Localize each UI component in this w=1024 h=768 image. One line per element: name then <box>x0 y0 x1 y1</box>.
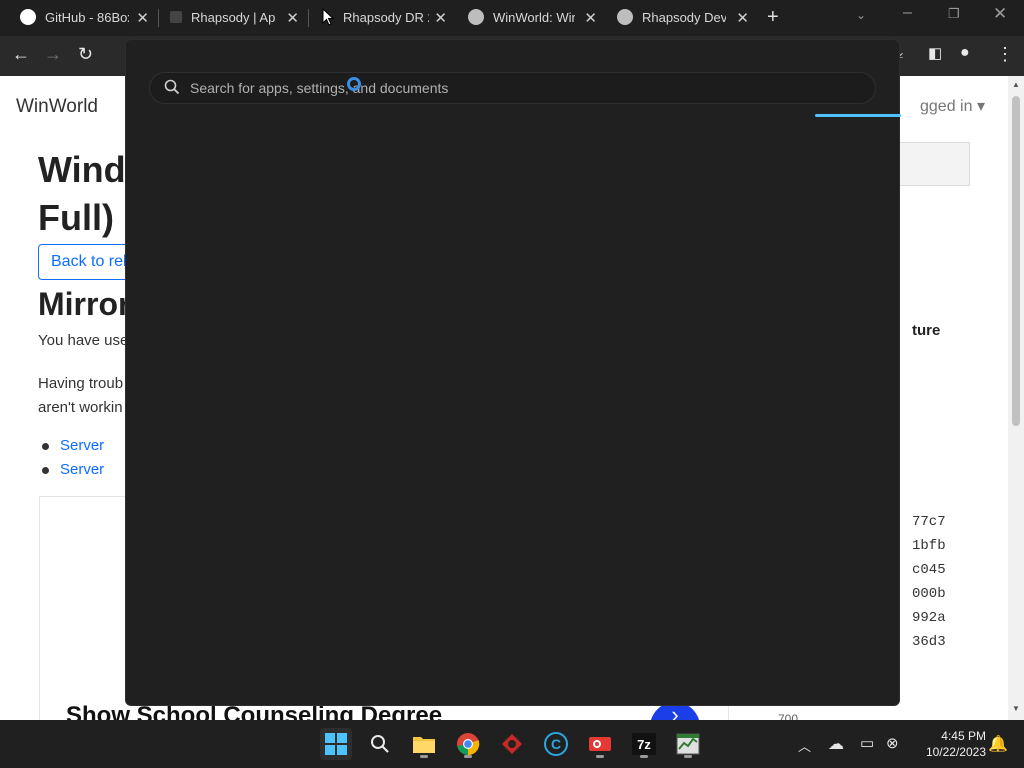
new-tab-button[interactable]: + <box>767 6 779 29</box>
loading-progress-bar <box>815 114 901 117</box>
globe-icon <box>468 9 484 25</box>
clock-time: 4:45 PM <box>941 729 986 743</box>
7zip-icon[interactable]: 7z <box>628 728 660 760</box>
page-title-line: Wind <box>38 149 126 190</box>
start-search-panel <box>125 39 901 706</box>
menu-icon[interactable]: ⋮ <box>996 44 1014 65</box>
clock-date: 10/22/2023 <box>925 745 986 759</box>
notification-bell-icon[interactable]: 🔔 <box>988 734 1008 754</box>
tab-rhapsody-app[interactable]: Rhapsody | App ✕ <box>170 0 307 34</box>
tab-rhapsody-dev[interactable]: Rhapsody Deve ✕ <box>617 0 757 34</box>
security-app-icon[interactable] <box>496 728 528 760</box>
info-panel-heading: ture <box>912 322 941 339</box>
usage-text: You have use <box>38 332 129 349</box>
recorder-icon[interactable] <box>584 728 616 760</box>
svg-text:C: C <box>551 736 561 752</box>
help-text: Having troub aren't workin <box>38 372 123 420</box>
chrome-icon[interactable] <box>452 728 484 760</box>
tab-rhapsody-dr2[interactable]: Rhapsody DR 2 ✕ <box>343 0 455 34</box>
close-icon[interactable]: ✕ <box>136 9 149 27</box>
display-icon[interactable]: ▭ <box>860 734 874 752</box>
forward-arrow-icon[interactable]: → <box>44 44 62 65</box>
taskbar: C 7z ︿ ☁ ▭ ⊗ 4:45 PM 10/22/2023 🔔 <box>0 720 1024 768</box>
tab-title: Rhapsody | App <box>191 9 275 25</box>
onedrive-icon[interactable]: ☁ <box>828 734 844 754</box>
page-title: Wind Full) <box>38 146 126 242</box>
close-icon[interactable]: ✕ <box>736 9 749 27</box>
hash-value: 000b <box>912 586 946 602</box>
login-dropdown[interactable]: gged in ▾ <box>920 96 985 116</box>
busy-cursor-icon <box>347 77 361 91</box>
info-panel-number: 700 <box>778 712 799 720</box>
running-indicator <box>684 755 692 758</box>
hash-value: 36d3 <box>912 634 946 650</box>
tab-divider <box>158 9 159 27</box>
search-icon <box>164 79 180 100</box>
page-scrollbar[interactable]: ▲ ▼ <box>1008 76 1024 720</box>
hash-value: 1bfb <box>912 538 946 554</box>
scroll-thumb[interactable] <box>1012 96 1020 426</box>
search-input[interactable] <box>190 73 850 103</box>
mouse-pointer-icon <box>322 7 335 31</box>
close-icon[interactable]: ✕ <box>286 9 299 27</box>
tab-title: Rhapsody Deve <box>642 9 726 25</box>
reload-icon[interactable]: ↻ <box>78 44 93 65</box>
search-box[interactable] <box>149 72 876 104</box>
tab-winworld[interactable]: WinWorld: Win ✕ <box>468 0 605 34</box>
search-icon[interactable] <box>364 728 396 760</box>
back-arrow-icon[interactable]: ← <box>12 44 30 65</box>
server-link[interactable]: Server <box>41 461 104 478</box>
system-clock[interactable]: 4:45 PM 10/22/2023 <box>908 728 986 760</box>
running-indicator <box>464 755 472 758</box>
running-indicator <box>640 755 648 758</box>
hash-value: 77c7 <box>912 514 946 530</box>
hash-value: 992a <box>912 610 946 626</box>
close-window-icon[interactable]: ✕ <box>993 4 1007 24</box>
tab-title: GitHub - 86Box <box>45 9 129 25</box>
start-icon[interactable] <box>320 728 352 760</box>
svg-text:7z: 7z <box>637 737 651 752</box>
restore-icon[interactable]: ❐ <box>948 6 960 22</box>
running-indicator <box>596 755 604 758</box>
tab-title: WinWorld: Win <box>493 9 575 25</box>
tab-divider <box>308 9 309 27</box>
globe-icon <box>617 9 633 25</box>
scroll-up-icon[interactable]: ▲ <box>1012 80 1020 89</box>
tab-title: Rhapsody DR 2 <box>343 9 429 25</box>
ccleaner-icon[interactable]: C <box>540 728 572 760</box>
help-text-line: Having troub <box>38 375 124 392</box>
close-icon[interactable]: ✕ <box>584 9 597 27</box>
site-brand[interactable]: WinWorld <box>16 96 98 118</box>
browser-tab-bar: GitHub - 86Box ✕ Rhapsody | App ✕ Rhapso… <box>0 0 1024 36</box>
task-manager-icon[interactable] <box>672 728 704 760</box>
chevron-up-icon[interactable]: ︿ <box>798 736 811 755</box>
mirrors-heading: Mirror <box>38 286 131 322</box>
running-indicator <box>420 755 428 758</box>
network-icon[interactable]: ⊗ <box>886 734 899 752</box>
page-title-line: Full) <box>38 197 114 238</box>
tab-github[interactable]: GitHub - 86Box ✕ <box>20 0 157 34</box>
side-panel-icon[interactable]: ◧ <box>928 44 942 62</box>
github-icon <box>20 9 36 25</box>
tab-search-icon[interactable]: ⌄ <box>856 8 866 22</box>
page-icon <box>170 11 182 23</box>
close-icon[interactable]: ✕ <box>434 9 447 27</box>
server-link[interactable]: Server <box>41 437 104 454</box>
help-text-line: aren't workin <box>38 399 123 416</box>
file-explorer-icon[interactable] <box>408 728 440 760</box>
hash-value: c045 <box>912 562 946 578</box>
minimize-icon[interactable]: – <box>903 4 912 22</box>
scroll-down-icon[interactable]: ▼ <box>1012 704 1020 713</box>
profile-icon[interactable]: ● <box>960 44 970 62</box>
